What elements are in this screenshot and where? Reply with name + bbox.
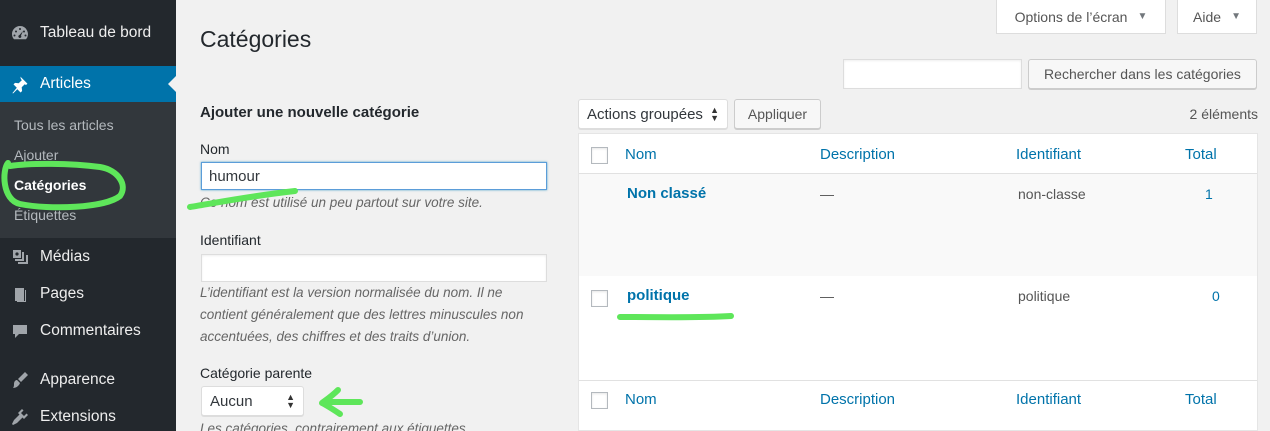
column-description-footer[interactable]: Description [820, 391, 895, 408]
slug-label: Identifiant [200, 232, 261, 248]
caret-down-icon: ▼ [1137, 11, 1148, 22]
dashboard-icon [0, 23, 40, 43]
column-description-header[interactable]: Description [820, 146, 895, 163]
page-title: Catégories [200, 26, 312, 52]
admin-sidebar: Tableau de bord Articles Tous les articl… [0, 0, 176, 431]
menu-dashboard-label: Tableau de bord [40, 24, 152, 41]
search-button[interactable]: Rechercher dans les catégories [1028, 59, 1257, 89]
arrow-left-icon [319, 387, 363, 417]
slug-help: L’identifiant est la version normalisée … [200, 285, 524, 344]
column-slug-header[interactable]: Identifiant [1016, 146, 1081, 163]
caret-down-icon: ▼ [1231, 11, 1241, 22]
parent-label: Catégorie parente [200, 365, 313, 381]
bulk-actions-value: Actions groupées [587, 105, 703, 123]
help-button[interactable]: Aide ▼ [1177, 0, 1257, 34]
apply-button[interactable]: Appliquer [734, 99, 821, 129]
submenu-categories[interactable]: Catégories [14, 177, 86, 193]
add-category-heading: Ajouter une nouvelle catégorie [200, 104, 420, 121]
table-row-count-link[interactable]: 0 [1212, 288, 1220, 304]
column-slug-footer[interactable]: Identifiant [1016, 391, 1081, 408]
menu-pages-label: Pages [40, 285, 84, 302]
submenu-add-new[interactable]: Ajouter [14, 147, 58, 163]
items-count: 2 éléments [1189, 106, 1258, 122]
screen-options-label: Options de l’écran [1014, 8, 1128, 25]
slug-input[interactable] [201, 254, 547, 282]
table-row-slug: non-classe [1018, 186, 1086, 202]
categories-table: Nom Description Identifiant Total Non cl… [578, 133, 1258, 431]
select-all-checkbox[interactable] [591, 147, 608, 164]
name-label: Nom [200, 141, 230, 157]
column-name-header[interactable]: Nom [625, 146, 657, 163]
pages-icon [0, 284, 40, 304]
menu-appearance-label: Apparence [40, 371, 115, 388]
screen-options-button[interactable]: Options de l’écran ▼ [996, 0, 1166, 34]
menu-posts[interactable]: Articles [0, 66, 176, 102]
menu-appearance[interactable]: Apparence [0, 363, 176, 397]
menu-dashboard[interactable]: Tableau de bord [0, 16, 176, 50]
parent-select[interactable]: Aucun ▲ ▼ [201, 386, 304, 416]
posts-submenu: Tous les articles Ajouter Catégories Éti… [0, 102, 176, 238]
menu-posts-label: Articles [40, 75, 91, 92]
menu-media-label: Médias [40, 248, 90, 265]
menu-plugins[interactable]: Extensions [0, 400, 176, 431]
menu-comments[interactable]: Commentaires [0, 314, 176, 348]
footer-divider [579, 380, 1257, 381]
select-all-checkbox-footer[interactable] [591, 392, 608, 409]
menu-pages[interactable]: Pages [0, 277, 176, 311]
menu-comments-label: Commentaires [40, 322, 141, 339]
parent-select-value: Aucun [210, 392, 253, 410]
updown-arrows-icon: ▲ ▼ [286, 392, 295, 410]
name-input[interactable] [201, 162, 547, 190]
table-row-description: — [820, 186, 834, 202]
media-icon [0, 247, 40, 267]
submenu-all-posts[interactable]: Tous les articles [14, 117, 114, 133]
table-row-name-link[interactable]: politique [627, 287, 690, 304]
menu-plugins-label: Extensions [40, 408, 116, 425]
name-help: Ce nom est utilisé un peu partout sur vo… [200, 195, 483, 210]
parent-help: Les catégories, contrairement aux étique… [200, 421, 470, 431]
pushpin-icon [0, 74, 40, 94]
row-checkbox[interactable] [591, 290, 608, 307]
comment-bubble-icon [0, 321, 40, 341]
table-row-slug: politique [1018, 288, 1071, 304]
help-label: Aide [1193, 8, 1222, 25]
search-input[interactable] [843, 59, 1022, 89]
table-row-count-link[interactable]: 1 [1205, 186, 1213, 202]
column-count-header[interactable]: Total [1185, 146, 1217, 163]
bulk-actions-select[interactable]: Actions groupées ▲ ▼ [578, 99, 728, 129]
updown-arrows-icon: ▲ ▼ [710, 105, 719, 123]
paintbrush-icon [0, 370, 40, 390]
menu-media[interactable]: Médias [0, 240, 176, 274]
column-name-footer[interactable]: Nom [625, 391, 657, 408]
table-row-name-link[interactable]: Non classé [627, 185, 706, 202]
column-count-footer[interactable]: Total [1185, 391, 1217, 408]
plug-icon [0, 407, 40, 427]
table-row-description: — [820, 288, 834, 304]
submenu-tags[interactable]: Étiquettes [14, 207, 76, 223]
